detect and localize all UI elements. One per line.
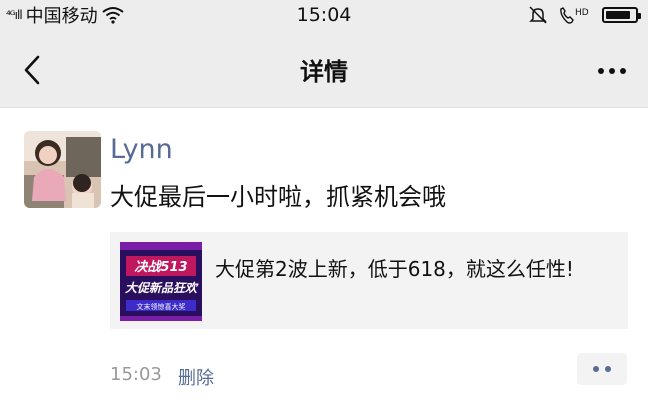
link-thumbnail: 决战513 大促新品狂欢 文末领惊喜大奖	[120, 242, 202, 321]
author-name[interactable]: Lynn	[110, 134, 173, 165]
more-dots-icon	[609, 68, 615, 74]
battery-level	[606, 11, 630, 19]
status-right: HD	[528, 4, 641, 26]
page-title: 详情	[300, 58, 348, 86]
thumb-line3: 文末领惊喜大奖	[137, 302, 186, 311]
link-title: 大促第2波上新，低于618，就这么任性!	[215, 257, 574, 281]
battery-icon	[602, 7, 641, 23]
status-bar: ⁴ᴳıll 中国移动 15:04 HD	[0, 0, 648, 32]
thumb-line1: 决战513	[134, 259, 187, 275]
avatar[interactable]	[24, 131, 101, 208]
nav-bar: 详情	[0, 32, 648, 108]
hd-call-icon: HD	[560, 7, 589, 24]
mute-bell-icon	[529, 6, 547, 24]
dot-icon	[605, 366, 611, 372]
more-dots-icon	[620, 68, 626, 74]
post-timestamp: 15:03	[110, 364, 162, 385]
dot-icon	[593, 366, 599, 372]
delete-button[interactable]: 删除	[178, 364, 214, 390]
shared-link-card[interactable]: 决战513 大促新品狂欢 文末领惊喜大奖 大促第2波上新，低于618，就这么任性…	[110, 232, 628, 329]
post-text: 大促最后一小时啦，抓紧机会哦	[110, 183, 446, 211]
comment-like-button[interactable]	[577, 353, 627, 385]
more-button[interactable]	[592, 54, 632, 88]
more-dots-icon	[598, 68, 604, 74]
thumb-line2: 大促新品狂欢	[125, 281, 199, 295]
avatar-image	[24, 131, 101, 208]
hd-label: HD	[575, 8, 589, 18]
